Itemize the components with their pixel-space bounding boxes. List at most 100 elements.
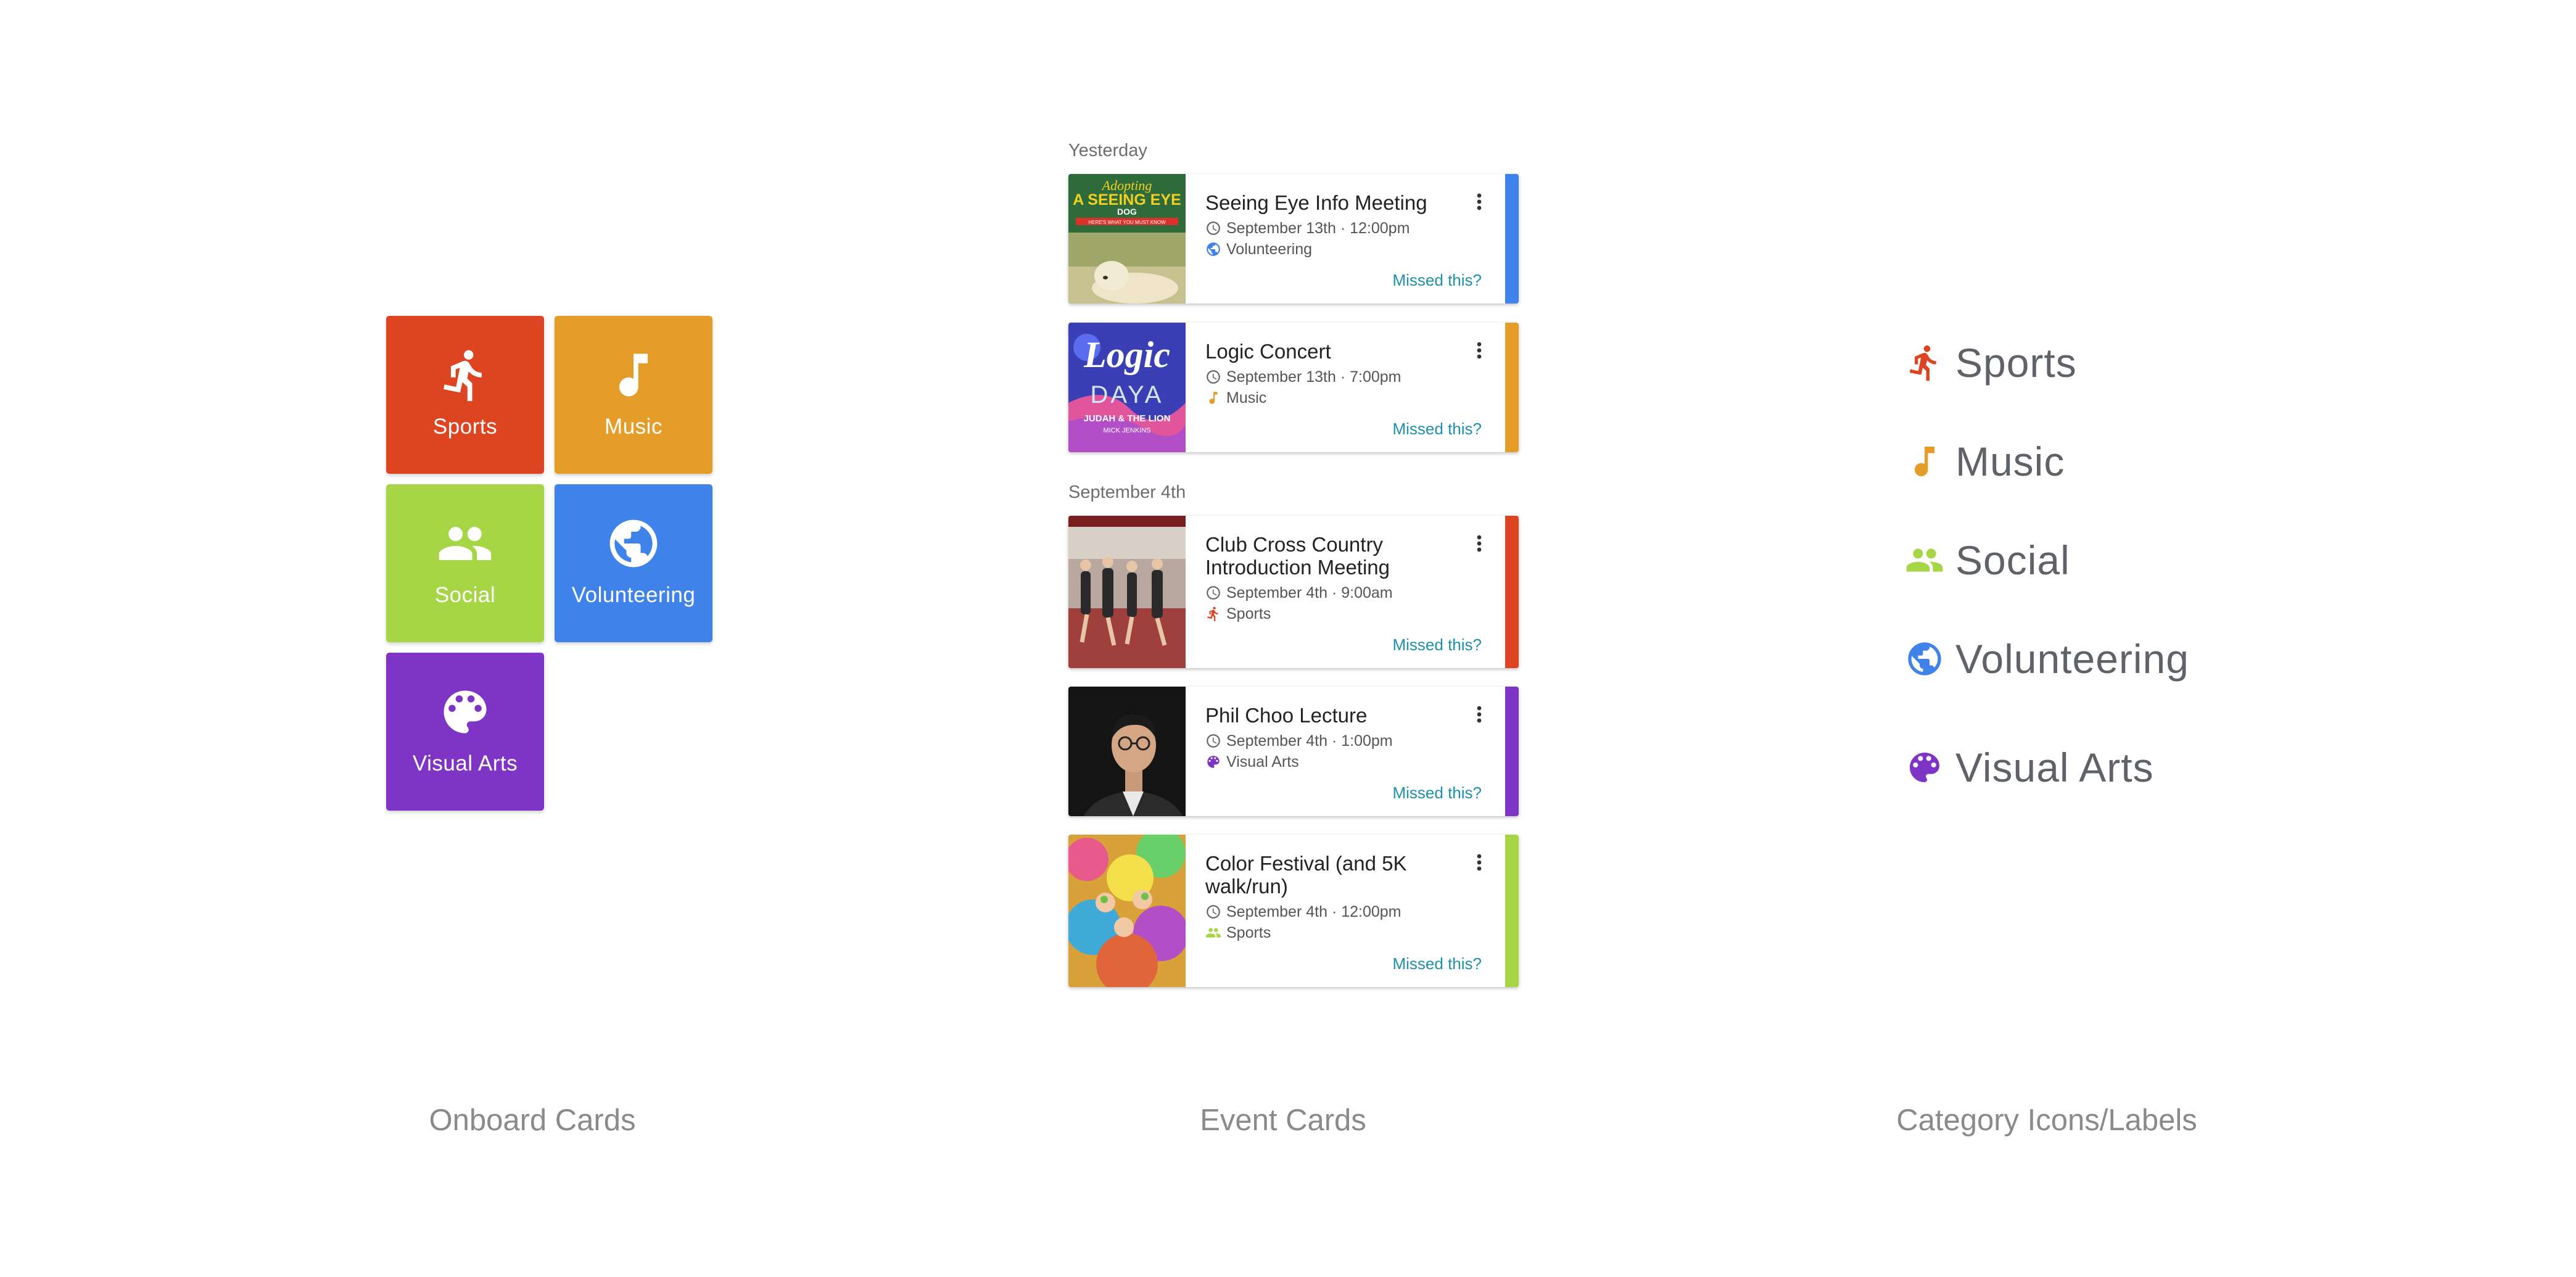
more-options-icon[interactable] [1467,188,1492,216]
category-item-visual-arts: Visual Arts [1905,744,2154,791]
onboard-tile-volunteering[interactable]: Volunteering [555,484,712,642]
onboard-tile-label: Music [605,415,663,439]
people-icon [1205,925,1221,941]
event-category-label: Visual Arts [1226,753,1299,771]
event-category: Sports [1205,922,1482,943]
separator-dot: · [1327,903,1342,920]
event-time: 12:00pm [1341,903,1402,920]
event-category: Sports [1205,603,1482,624]
event-category-label: Sports [1226,924,1271,941]
missed-this-link[interactable]: Missed this? [1393,635,1482,655]
more-options-icon[interactable] [1467,529,1492,558]
onboard-tile-label: Volunteering [571,583,696,607]
event-category-label: Music [1226,389,1267,407]
thumbnail-text: DAYA [1091,381,1164,408]
music-note-icon [1205,390,1221,406]
onboard-tile-visual-arts[interactable]: Visual Arts [386,653,544,811]
thumbnail-text: Logic [1083,334,1170,375]
clock-icon [1205,733,1221,749]
event-title: Seeing Eye Info Meeting [1205,191,1427,214]
caption-onboard-cards: Onboard Cards [429,1104,636,1137]
category-accent-bar [1505,687,1519,816]
thumbnail-text: A SEEING EYE [1073,191,1181,209]
group-label-september-4th: September 4th [1068,482,1186,502]
missed-this-link[interactable]: Missed this? [1393,419,1482,439]
event-title: Logic Concert [1205,340,1331,363]
category-item-music: Music [1905,438,2065,485]
run-icon [437,347,493,403]
missed-this-link[interactable]: Missed this? [1393,271,1482,290]
category-label: Social [1955,537,2070,583]
separator-dot: · [1327,732,1342,750]
onboard-tile-label: Sports [432,415,498,439]
onboard-tile-label: Social [434,583,496,607]
thumbnail-text: HERE'S WHAT YOU MUST KNOW [1088,220,1166,225]
globe-icon [1905,639,1944,679]
event-title-line: walk/run) [1205,875,1288,898]
clock-icon [1205,904,1221,920]
event-datetime: September 13th · 12:00pm [1205,218,1482,239]
event-thumbnail [1068,687,1186,816]
event-datetime: September 4th · 12:00pm [1205,901,1482,922]
people-icon [437,515,493,572]
thumbnail-text: DOG [1117,207,1137,217]
missed-this-link[interactable]: Missed this? [1393,783,1482,803]
category-item-volunteering: Volunteering [1905,635,2189,682]
event-title-line: Club Cross Country [1205,533,1383,556]
more-options-icon[interactable] [1467,336,1492,365]
event-time: 9:00am [1341,584,1393,601]
category-accent-bar [1505,174,1519,304]
globe-icon [605,515,662,572]
event-time: 1:00pm [1341,732,1393,750]
run-icon [1905,343,1944,382]
category-label: Volunteering [1955,636,2189,682]
globe-icon [1205,241,1221,257]
clock-icon [1205,585,1221,601]
palette-icon [1205,754,1221,770]
event-datetime: September 13th · 7:00pm [1205,366,1482,387]
more-options-icon[interactable] [1467,848,1492,877]
thumbnail-text: JUDAH & THE LION [1084,413,1171,424]
clock-icon [1205,220,1221,236]
event-thumbnail [1068,516,1186,668]
event-card-phil-choo-lecture[interactable]: Phil Choo Lecture September 4th · 1:00pm… [1068,687,1519,816]
caption-category-icons-labels: Category Icons/Labels [1896,1104,2197,1137]
category-accent-bar [1505,323,1519,452]
event-title-line: Color Festival (and 5K [1205,852,1407,875]
palette-icon [1905,748,1944,787]
event-date: September 13th [1226,368,1336,386]
category-item-sports: Sports [1905,339,2077,386]
onboard-tile-label: Visual Arts [412,751,518,775]
event-card-club-cross-country[interactable]: Club Cross Country Introduction Meeting … [1068,516,1519,668]
palette-icon [437,684,493,740]
event-date: September 4th [1226,584,1327,601]
music-note-icon [605,347,662,403]
thumbnail-text: MICK JENKINS [1103,427,1150,434]
event-card-color-festival[interactable]: Color Festival (and 5K walk/run) Septemb… [1068,835,1519,987]
event-card-logic-concert[interactable]: Logic DAYA JUDAH & THE LION MICK JENKINS… [1068,323,1519,452]
event-category: Music [1205,387,1482,408]
onboard-tile-social[interactable]: Social [386,484,544,642]
event-card-seeing-eye[interactable]: Adopting A SEEING EYE DOG HERE'S WHAT YO… [1068,174,1519,304]
event-category-label: Volunteering [1226,241,1313,258]
category-item-social: Social [1905,537,2070,584]
event-date: September 13th [1226,220,1336,237]
event-thumbnail: Adopting A SEEING EYE DOG HERE'S WHAT YO… [1068,174,1186,304]
missed-this-link[interactable]: Missed this? [1393,954,1482,973]
event-time: 7:00pm [1350,368,1402,386]
run-icon [1205,606,1221,622]
onboard-tile-sports[interactable]: Sports [386,316,544,474]
event-category-label: Sports [1226,605,1271,622]
people-icon [1905,540,1944,580]
music-note-icon [1905,442,1944,481]
event-category: Visual Arts [1205,751,1482,772]
onboard-tile-music[interactable]: Music [555,316,712,474]
category-label: Music [1955,439,2065,484]
event-thumbnail [1068,835,1186,987]
event-thumbnail: Logic DAYA JUDAH & THE LION MICK JENKINS [1068,323,1186,452]
event-datetime: September 4th · 9:00am [1205,582,1482,603]
event-title-line: Introduction Meeting [1205,556,1390,579]
more-options-icon[interactable] [1467,700,1492,729]
event-time: 12:00pm [1350,220,1410,237]
category-label: Sports [1955,340,2077,386]
